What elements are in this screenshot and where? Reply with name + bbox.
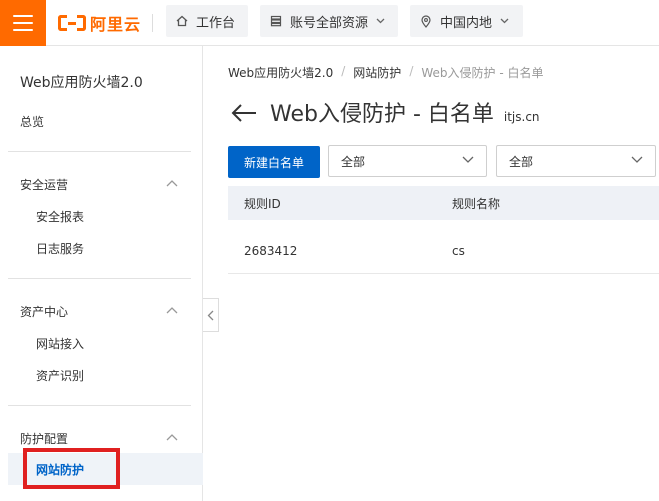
new-whitelist-button[interactable]: 新建白名单 <box>228 146 320 178</box>
sidebar-group-security-ops[interactable]: 安全运营 <box>20 176 68 193</box>
breadcrumb-item-current: Web入侵防护 - 白名单 <box>421 66 544 80</box>
divider <box>152 14 153 32</box>
filter-select-1[interactable]: 全部 <box>328 145 487 177</box>
divider <box>8 278 191 279</box>
home-icon <box>176 15 188 27</box>
sidebar-group-protection-config[interactable]: 防护配置 <box>20 430 68 447</box>
menu-icon-line <box>13 29 33 31</box>
sidebar-item-security-report[interactable]: 安全报表 <box>36 208 84 225</box>
breadcrumb: Web应用防火墙2.0 / 网站防护 / Web入侵防护 - 白名单 <box>228 64 543 81</box>
sidebar-group-asset-center[interactable]: 资产中心 <box>20 303 68 320</box>
location-pin-icon <box>420 14 432 28</box>
page-title: Web入侵防护 - 白名单 <box>270 102 494 127</box>
menu-icon-line <box>13 15 33 17</box>
table-row[interactable]: 2683412 cs <box>228 228 659 274</box>
menu-icon-line <box>13 22 33 24</box>
chevron-up-icon[interactable] <box>166 179 178 187</box>
highlight-annotation-box <box>23 448 120 489</box>
breadcrumb-separator: / <box>409 64 414 78</box>
table-header: 规则ID 规则名称 <box>228 186 659 220</box>
filter-select-1-value: 全部 <box>341 154 366 169</box>
chevron-up-icon[interactable] <box>166 433 178 441</box>
top-bar: 阿里云 工作台 账号全部资源 中国内地 <box>0 0 659 46</box>
chevron-left-icon <box>207 310 214 320</box>
chevron-down-icon <box>631 156 643 163</box>
chevron-up-icon[interactable] <box>166 306 178 314</box>
region-label: 中国内地 <box>440 15 493 31</box>
region-dropdown[interactable]: 中国内地 <box>410 5 523 37</box>
divider <box>8 405 191 406</box>
chevron-down-icon <box>376 16 385 27</box>
sidebar-item-asset-identify[interactable]: 资产识别 <box>36 367 84 384</box>
sidebar-item-site-access[interactable]: 网站接入 <box>36 335 84 352</box>
aliyun-logo-icon <box>58 15 86 31</box>
breadcrumb-separator: / <box>341 64 346 78</box>
sidebar-item-overview[interactable]: 总览 <box>20 113 44 130</box>
sidebar-collapse-button[interactable] <box>203 298 219 332</box>
filter-select-2[interactable]: 全部 <box>496 145 656 177</box>
sidebar-item-log-service[interactable]: 日志服务 <box>36 240 84 257</box>
column-header-rule-id: 规则ID <box>244 196 281 211</box>
filter-select-2-value: 全部 <box>509 154 534 169</box>
workbench-label: 工作台 <box>196 15 236 31</box>
column-header-rule-name: 规则名称 <box>452 196 501 211</box>
resources-dropdown[interactable]: 账号全部资源 <box>260 5 398 37</box>
domain-label: itjs.cn <box>503 110 540 124</box>
breadcrumb-item-website-protection[interactable]: 网站防护 <box>353 64 401 81</box>
back-arrow-icon[interactable] <box>230 102 258 124</box>
workbench-button[interactable]: 工作台 <box>166 5 248 37</box>
resources-label: 账号全部资源 <box>290 15 369 31</box>
logo-text: 阿里云 <box>90 15 142 34</box>
stack-icon <box>270 15 282 27</box>
main-content: Web应用防火墙2.0 / 网站防护 / Web入侵防护 - 白名单 Web入侵… <box>220 46 659 501</box>
cell-rule-id: 2683412 <box>244 243 298 258</box>
cell-rule-name: cs <box>452 243 465 258</box>
sidebar: Web应用防火墙2.0 总览 安全运营 安全报表 日志服务 资产中心 网站接入 … <box>0 46 203 501</box>
aliyun-logo[interactable]: 阿里云 <box>58 10 141 36</box>
chevron-down-icon <box>462 156 474 163</box>
hamburger-menu-button[interactable] <box>0 0 46 46</box>
chevron-down-icon <box>500 16 509 27</box>
breadcrumb-item-waf[interactable]: Web应用防火墙2.0 <box>228 64 333 81</box>
title-row: Web入侵防护 - 白名单 itjs.cn <box>230 96 540 128</box>
divider <box>8 151 191 152</box>
product-title: Web应用防火墙2.0 <box>20 75 143 91</box>
